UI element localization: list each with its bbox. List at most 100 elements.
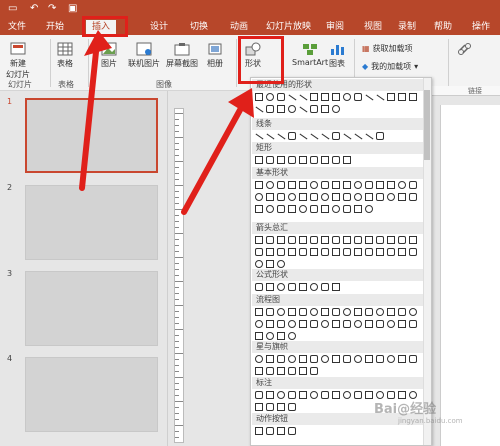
shape-option[interactable] bbox=[343, 132, 351, 140]
shape-option[interactable] bbox=[266, 427, 274, 435]
shape-option[interactable] bbox=[343, 181, 351, 189]
shape-option[interactable] bbox=[310, 320, 318, 328]
shape-option[interactable] bbox=[354, 93, 362, 101]
shape-option[interactable] bbox=[310, 283, 318, 291]
shape-option[interactable] bbox=[299, 105, 307, 113]
slide-canvas-panel[interactable] bbox=[440, 105, 500, 446]
shape-option[interactable] bbox=[387, 308, 395, 316]
shape-option[interactable] bbox=[277, 332, 285, 340]
shape-option[interactable] bbox=[266, 156, 274, 164]
shape-option[interactable] bbox=[310, 248, 318, 256]
shape-option[interactable] bbox=[387, 193, 395, 201]
shape-option[interactable] bbox=[354, 132, 362, 140]
shape-option[interactable] bbox=[266, 391, 274, 399]
shape-option[interactable] bbox=[343, 248, 351, 256]
shape-option[interactable] bbox=[310, 193, 318, 201]
shape-option[interactable] bbox=[277, 403, 285, 411]
slide-thumbnail-2[interactable] bbox=[25, 185, 158, 260]
shape-option[interactable] bbox=[255, 391, 263, 399]
shape-option[interactable] bbox=[277, 427, 285, 435]
shape-option[interactable] bbox=[288, 391, 296, 399]
tab-record[interactable]: 录制 bbox=[398, 20, 416, 34]
shape-option[interactable] bbox=[288, 427, 296, 435]
shape-option[interactable] bbox=[288, 248, 296, 256]
shape-option[interactable] bbox=[299, 205, 307, 213]
shape-option[interactable] bbox=[266, 105, 274, 113]
shape-option[interactable] bbox=[277, 367, 285, 375]
shape-option[interactable] bbox=[277, 156, 285, 164]
shape-option[interactable] bbox=[310, 236, 318, 244]
slide-thumbnail-4[interactable] bbox=[25, 357, 158, 432]
online-picture-button[interactable]: 联机图片 bbox=[128, 41, 160, 69]
shape-option[interactable] bbox=[299, 355, 307, 363]
shape-option[interactable] bbox=[288, 132, 296, 140]
slide-thumbnail-1[interactable] bbox=[25, 98, 158, 173]
shape-option[interactable] bbox=[299, 320, 307, 328]
album-button[interactable]: 相册 bbox=[206, 41, 224, 69]
shape-option[interactable] bbox=[409, 181, 417, 189]
tab-home[interactable]: 开始 bbox=[46, 20, 64, 34]
present-icon[interactable]: ▣ bbox=[68, 3, 77, 15]
shape-option[interactable] bbox=[288, 355, 296, 363]
shape-option[interactable] bbox=[409, 193, 417, 201]
shape-option[interactable] bbox=[354, 248, 362, 256]
shape-option[interactable] bbox=[255, 332, 263, 340]
shape-option[interactable] bbox=[255, 320, 263, 328]
shape-option[interactable] bbox=[277, 320, 285, 328]
shape-option[interactable] bbox=[277, 205, 285, 213]
shape-option[interactable] bbox=[365, 181, 373, 189]
shape-option[interactable] bbox=[409, 93, 417, 101]
shape-option[interactable] bbox=[343, 308, 351, 316]
shape-option[interactable] bbox=[376, 308, 384, 316]
shape-option[interactable] bbox=[387, 236, 395, 244]
shape-option[interactable] bbox=[398, 181, 406, 189]
shape-option[interactable] bbox=[288, 236, 296, 244]
shape-option[interactable] bbox=[277, 308, 285, 316]
shape-option[interactable] bbox=[332, 355, 340, 363]
shape-option[interactable] bbox=[277, 283, 285, 291]
shape-option[interactable] bbox=[387, 320, 395, 328]
save-icon[interactable]: ▭ bbox=[8, 3, 17, 15]
shape-option[interactable] bbox=[365, 391, 373, 399]
shape-option[interactable] bbox=[299, 236, 307, 244]
shape-option[interactable] bbox=[255, 260, 263, 268]
shape-option[interactable] bbox=[354, 181, 362, 189]
shape-option[interactable] bbox=[332, 320, 340, 328]
shape-option[interactable] bbox=[343, 320, 351, 328]
shape-option[interactable] bbox=[277, 248, 285, 256]
shape-option[interactable] bbox=[299, 193, 307, 201]
shape-option[interactable] bbox=[310, 391, 318, 399]
shape-option[interactable] bbox=[365, 248, 373, 256]
shape-option[interactable] bbox=[255, 248, 263, 256]
shape-option[interactable] bbox=[409, 320, 417, 328]
shape-option[interactable] bbox=[299, 391, 307, 399]
shape-option[interactable] bbox=[398, 355, 406, 363]
shape-option[interactable] bbox=[387, 248, 395, 256]
shape-option[interactable] bbox=[365, 205, 373, 213]
shape-option[interactable] bbox=[376, 355, 384, 363]
shape-option[interactable] bbox=[343, 355, 351, 363]
shape-option[interactable] bbox=[332, 105, 340, 113]
shape-option[interactable] bbox=[365, 320, 373, 328]
shape-option[interactable] bbox=[288, 320, 296, 328]
shape-option[interactable] bbox=[343, 193, 351, 201]
shape-option[interactable] bbox=[398, 93, 406, 101]
shape-option[interactable] bbox=[321, 193, 329, 201]
shape-option[interactable] bbox=[409, 236, 417, 244]
shape-option[interactable] bbox=[409, 248, 417, 256]
shape-option[interactable] bbox=[354, 193, 362, 201]
shape-option[interactable] bbox=[288, 403, 296, 411]
shape-option[interactable] bbox=[310, 355, 318, 363]
shape-option[interactable] bbox=[299, 308, 307, 316]
shape-option[interactable] bbox=[255, 193, 263, 201]
shape-option[interactable] bbox=[310, 181, 318, 189]
shape-option[interactable] bbox=[343, 236, 351, 244]
shape-option[interactable] bbox=[288, 193, 296, 201]
shape-option[interactable] bbox=[354, 205, 362, 213]
shape-option[interactable] bbox=[343, 205, 351, 213]
shape-option[interactable] bbox=[365, 355, 373, 363]
shapes-scrollbar-thumb[interactable] bbox=[424, 90, 430, 160]
link-button[interactable] bbox=[456, 41, 474, 58]
shape-option[interactable] bbox=[255, 367, 263, 375]
shape-option[interactable] bbox=[321, 355, 329, 363]
